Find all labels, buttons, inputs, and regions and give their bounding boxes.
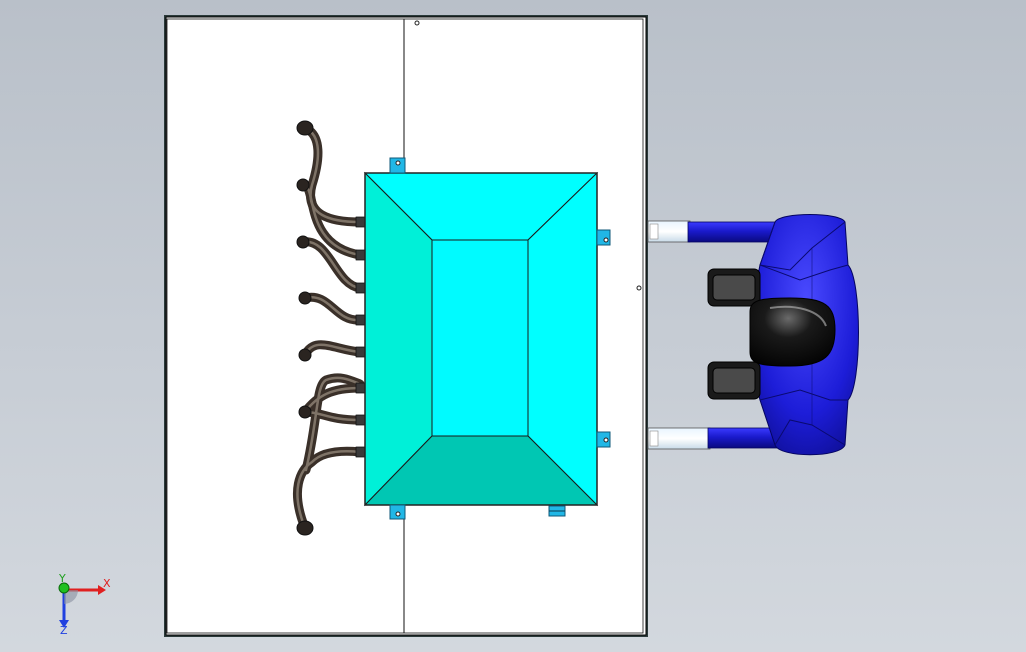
bracket-right-upper [596,229,611,246]
tank-body[interactable] [363,171,599,507]
cad-viewport[interactable]: X Y Z [0,0,1026,652]
bracket-bottom [389,504,406,520]
x-axis-label: X [103,577,111,590]
y-axis-label: Y [58,572,66,585]
reference-triad-icon: X Y Z [58,572,111,637]
bracket-top [389,157,406,174]
duct-lower [647,427,781,450]
blower-assembly[interactable] [647,214,859,456]
drain-fitting [548,505,566,517]
z-axis-label: Z [60,624,68,637]
motor-body [749,297,836,367]
duct-upper [647,220,781,243]
bracket-right-lower [596,431,611,448]
